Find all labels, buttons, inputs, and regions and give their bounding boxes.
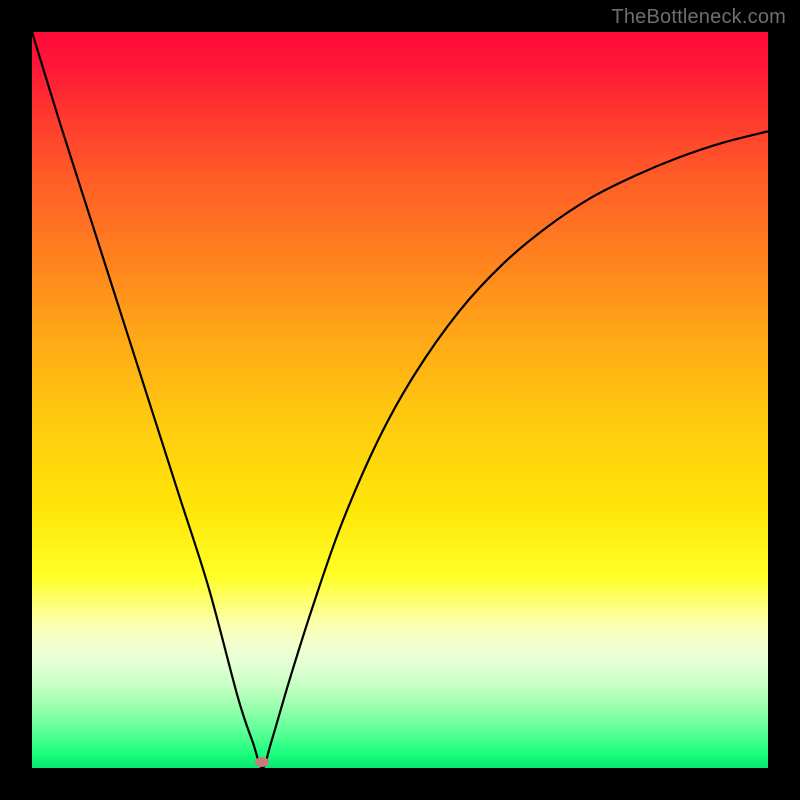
minimum-marker [255,757,269,767]
plot-area [32,32,768,768]
outer-frame: TheBottleneck.com [0,0,800,800]
watermark-label: TheBottleneck.com [611,6,786,29]
curve-svg [32,32,768,768]
bottleneck-curve-path [32,32,768,768]
